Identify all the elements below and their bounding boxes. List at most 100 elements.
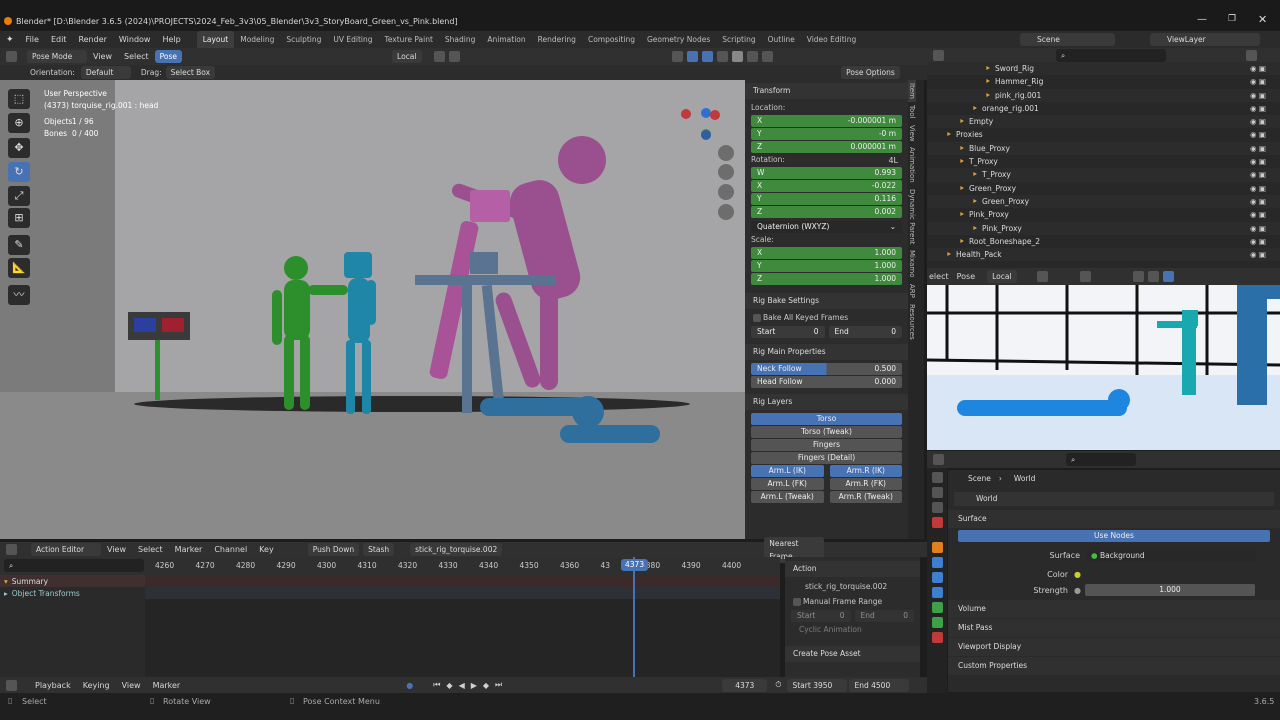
menu-marker[interactable]: Marker	[147, 677, 187, 694]
layer-arm-l-fk-button[interactable]: Arm.L (FK)	[751, 478, 824, 490]
volume-panel-header[interactable]: Volume	[948, 600, 1280, 618]
blender-menu-icon[interactable]: ✦	[0, 35, 20, 45]
camera-icon[interactable]	[718, 184, 734, 200]
menu-playback[interactable]: Playback	[29, 677, 77, 694]
tool-tab-icon[interactable]	[931, 472, 943, 483]
tab-arp[interactable]: ARP	[908, 281, 916, 301]
bake-all-checkbox[interactable]: Bake All Keyed Frames	[745, 312, 908, 324]
zoom-icon[interactable]	[718, 145, 734, 161]
visibility-icon[interactable]: ◉ ▣	[1250, 195, 1266, 208]
menu-pose[interactable]: Pose	[951, 268, 982, 285]
outliner-item[interactable]: ⯈ T_Proxy ◉ ▣	[927, 168, 1280, 182]
prev-key-icon[interactable]: ◆	[446, 681, 452, 690]
rotation-y-field[interactable]: Y 0.116	[751, 193, 902, 205]
properties-search-input[interactable]: ⌕	[1066, 453, 1136, 466]
layer-arm-l-tweak-button[interactable]: Arm.L (Tweak)	[751, 491, 824, 503]
outliner-item[interactable]: ⯈ T_Proxy ◉ ▣	[927, 155, 1280, 168]
rotate-tool[interactable]: ↻	[8, 162, 30, 182]
measure-tool[interactable]: 📐	[8, 258, 30, 278]
outliner-item[interactable]: ⯈ Sword_Rig ◉ ▣	[927, 62, 1280, 76]
frame-start-field[interactable]: Start 3950	[787, 678, 848, 692]
tab-modeling[interactable]: Modeling	[234, 31, 280, 48]
bake-end-field[interactable]: End 0	[828, 326, 902, 338]
menu-select[interactable]: Select	[118, 48, 155, 65]
transform-orientation[interactable]: Local	[392, 50, 422, 63]
scale-tool[interactable]: ⤢	[8, 186, 30, 206]
rig-main-header[interactable]: Rig Main Properties	[745, 344, 908, 360]
layer-torso-button[interactable]: Torso	[751, 413, 902, 425]
play-icon[interactable]: ▶	[471, 681, 477, 690]
head-follow-slider[interactable]: Head Follow 0.000	[751, 376, 902, 388]
tab-compositing[interactable]: Compositing	[582, 31, 641, 48]
grid-icon[interactable]	[718, 204, 734, 220]
hand-icon[interactable]	[718, 164, 734, 180]
color-socket-icon[interactable]: ●	[1074, 570, 1081, 579]
viewlayer-selector[interactable]: ViewLayer	[1150, 33, 1260, 46]
camera-preview-viewport[interactable]	[927, 285, 1280, 450]
push-down-button[interactable]: Push Down	[307, 543, 360, 556]
maximize-button[interactable]: ❐	[1228, 14, 1236, 24]
tab-mixamo[interactable]: Mixamo	[908, 247, 916, 281]
frame-end-field[interactable]: End 4500	[849, 678, 910, 692]
annotate-tool[interactable]: ✎	[8, 235, 30, 255]
location-x-field[interactable]: X -0.000001 m	[751, 115, 902, 127]
stopwatch-icon[interactable]: ⏱	[775, 680, 781, 690]
create-pose-asset-header[interactable]: Create Pose Asset	[785, 646, 920, 662]
record-icon[interactable]: ●	[406, 681, 413, 690]
orientation-dropdown[interactable]: Default	[80, 66, 131, 79]
overlay-icon[interactable]	[701, 51, 713, 62]
outliner-item[interactable]: ⯈ Green_Proxy ◉ ▣	[927, 182, 1280, 195]
modifier-tab-icon[interactable]	[931, 557, 943, 568]
mode-dropdown[interactable]: Pose Mode	[27, 50, 87, 63]
visibility-icon[interactable]: ◉ ▣	[1250, 222, 1266, 235]
visibility-icon[interactable]: ◉ ▣	[1250, 128, 1266, 141]
tab-item[interactable]: Item	[908, 80, 916, 102]
manual-frame-range-checkbox[interactable]: Manual Frame Range	[785, 596, 920, 608]
tab-geometry-nodes[interactable]: Geometry Nodes	[641, 31, 716, 48]
outliner-item[interactable]: ⯈ Empty ◉ ▣	[927, 115, 1280, 129]
outliner-item[interactable]: ⯈ Pink_Proxy ◉ ▣	[927, 208, 1280, 221]
bake-start-field[interactable]: Start 0	[751, 326, 825, 338]
outliner-item[interactable]: ⯈ Health_Pack ◉ ▣	[927, 248, 1280, 262]
play-reverse-icon[interactable]: ◀	[459, 681, 465, 690]
action-selector[interactable]: stick_rig_torquise.002	[410, 543, 503, 556]
action-panel-header[interactable]: Action	[785, 561, 920, 577]
shading-rendered-icon[interactable]	[761, 51, 773, 62]
visibility-icon[interactable]: ◉ ▣	[1250, 89, 1266, 102]
current-frame-badge[interactable]: 4373	[621, 559, 649, 571]
surface-panel-header[interactable]: Surface	[948, 510, 1280, 528]
tab-video-editing[interactable]: Video Editing	[801, 31, 863, 48]
shading-solid-icon[interactable]	[1132, 271, 1144, 282]
render-tab-icon[interactable]	[931, 487, 943, 498]
minimize-button[interactable]: —	[1197, 14, 1207, 25]
outliner-search-input[interactable]: ⌕	[1056, 48, 1166, 62]
layer-arm-r-tweak-button[interactable]: Arm.R (Tweak)	[829, 491, 902, 503]
playhead[interactable]	[633, 557, 635, 677]
menu-view[interactable]: View	[87, 48, 118, 65]
use-nodes-button[interactable]: Use Nodes	[958, 530, 1270, 542]
tab-shading[interactable]: Shading	[439, 31, 481, 48]
visibility-icon[interactable]: ◉ ▣	[1250, 75, 1266, 88]
overlay-icon[interactable]	[1079, 271, 1091, 282]
drag-dropdown[interactable]: Select Box	[165, 66, 216, 79]
neck-follow-slider[interactable]: Neck Follow 0.500	[751, 363, 902, 375]
cursor-tool[interactable]: ⊕	[8, 113, 30, 133]
scene-selector[interactable]: Scene	[1020, 33, 1115, 46]
outliner-item[interactable]: ⯈ Root_Boneshape_2 ◉ ▣	[927, 235, 1280, 248]
menu-channel[interactable]: Channel	[208, 541, 253, 558]
menu-help[interactable]: Help	[156, 31, 186, 48]
outliner-item[interactable]: ⯈ Green_Proxy ◉ ▣	[927, 194, 1280, 209]
output-tab-icon[interactable]	[931, 502, 943, 513]
world-tab-icon[interactable]	[931, 517, 943, 528]
outliner-item[interactable]: ⯈ Pink_Proxy ◉ ▣	[927, 221, 1280, 235]
tab-animation[interactable]: Animation	[481, 31, 531, 48]
location-y-field[interactable]: Y -0 m	[751, 128, 902, 140]
strength-field[interactable]: 1.000	[1084, 584, 1255, 596]
tab-texture-paint[interactable]: Texture Paint	[379, 31, 439, 48]
editor-type-icon[interactable]	[933, 454, 944, 465]
editor-mode-dropdown[interactable]: Action Editor	[31, 543, 101, 556]
physics-tab-icon[interactable]	[931, 572, 943, 583]
visibility-icon[interactable]: ◉ ▣	[1250, 155, 1266, 168]
xray-icon[interactable]	[716, 51, 728, 62]
menu-file[interactable]: File	[20, 31, 45, 48]
